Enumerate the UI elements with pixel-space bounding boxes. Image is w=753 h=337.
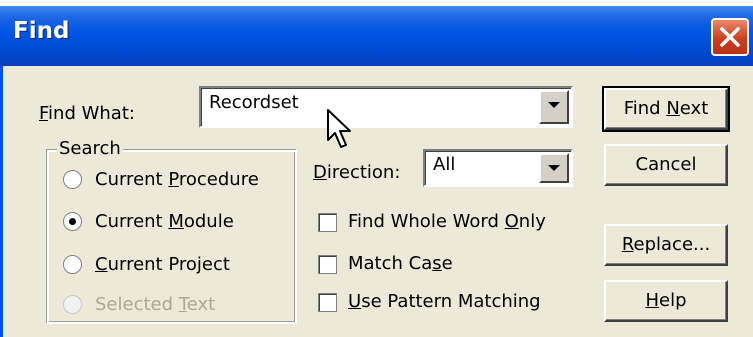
direction-select[interactable]: All: [423, 149, 573, 187]
direction-value: All: [433, 154, 456, 175]
find-what-combo[interactable]: Recordset: [199, 86, 573, 128]
find-what-label: Find What:: [39, 103, 135, 124]
radio-current-project[interactable]: [63, 255, 82, 274]
radio-label-current-project: Current Project: [95, 254, 230, 275]
find-next-button[interactable]: Find Next: [602, 86, 730, 132]
chevron-down-icon[interactable]: [539, 90, 569, 124]
cancel-button[interactable]: Cancel: [604, 144, 728, 186]
radio-current-procedure[interactable]: [63, 170, 82, 189]
chevron-down-icon[interactable]: [539, 153, 569, 183]
title-bar[interactable]: Find: [0, 6, 753, 66]
checkbox-label-pattern-matching: Use Pattern Matching: [348, 291, 541, 312]
replace-button[interactable]: Replace...: [604, 224, 728, 266]
checkbox-label-match-case: Match Case: [348, 253, 453, 274]
find-what-input[interactable]: Recordset: [209, 92, 299, 113]
close-button[interactable]: [711, 18, 749, 56]
close-icon: [720, 27, 740, 47]
window-title: Find: [13, 18, 70, 44]
help-button[interactable]: Help: [604, 280, 728, 322]
radio-label-selected-text: Selected Text: [95, 294, 216, 315]
radio-current-module[interactable]: [63, 212, 82, 231]
dialog-body: Find What: Recordset Search Current Proc…: [0, 66, 745, 337]
direction-label: Direction:: [313, 162, 401, 183]
search-group-legend: Search: [57, 138, 123, 159]
radio-label-current-procedure: Current Procedure: [95, 169, 259, 190]
find-dialog: Find Find What: Recordset Search Current…: [0, 6, 753, 337]
radio-selected-text[interactable]: [63, 295, 82, 314]
mouse-pointer-icon: [327, 109, 351, 148]
checkbox-label-whole-word: Find Whole Word Only: [348, 211, 546, 232]
checkbox-match-case[interactable]: [318, 255, 337, 274]
radio-label-current-module: Current Module: [95, 211, 234, 232]
checkbox-whole-word[interactable]: [318, 213, 337, 232]
checkbox-pattern-matching[interactable]: [318, 293, 337, 312]
